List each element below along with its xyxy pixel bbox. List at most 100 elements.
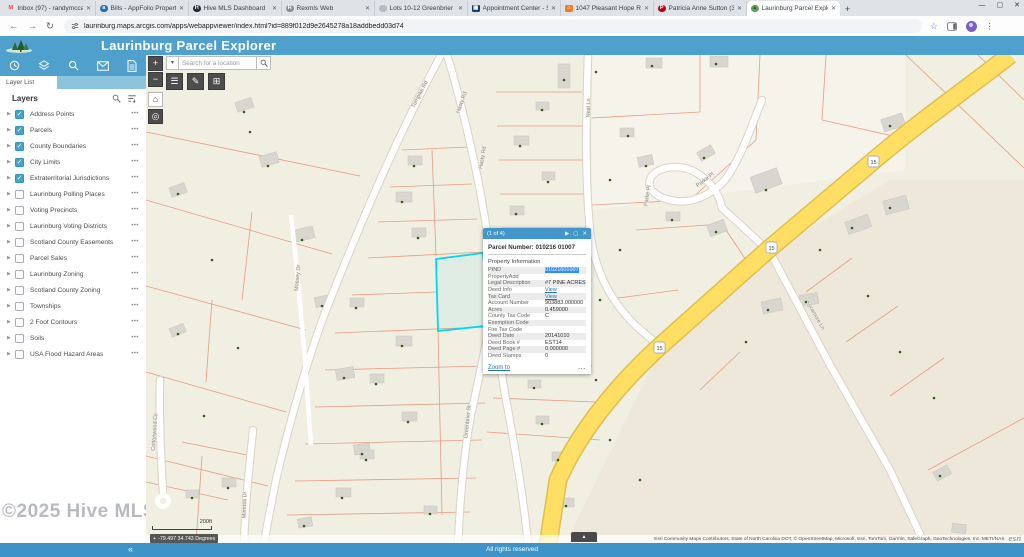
address-bar[interactable]: laurinburg.maps.arcgis.com/apps/webappvi… [64, 19, 922, 33]
layer-expand-icon[interactable]: ▶ [7, 143, 15, 149]
zoom-out-button[interactable]: − [148, 72, 163, 87]
tab-close-icon[interactable]: ✕ [737, 5, 742, 12]
layer-checkbox[interactable]: ✓ [15, 142, 24, 151]
new-tab-button[interactable]: + [840, 1, 855, 16]
layer-options-icon[interactable]: ••• [131, 191, 139, 197]
legend-button[interactable]: ☰ [166, 73, 183, 90]
tab-close-icon[interactable]: ✕ [831, 5, 836, 12]
popup-header[interactable]: (1 of 4) ▶ ▢ ✕ [483, 228, 591, 239]
layer-checkbox[interactable]: ✓ [15, 126, 24, 135]
side-panel-icon[interactable] [947, 22, 957, 31]
layer-checkbox[interactable] [15, 222, 24, 231]
search-widget-icon[interactable] [68, 60, 79, 71]
history-widget-icon[interactable] [9, 60, 20, 71]
browser-tab[interactable]: PPatricia Anne Sutton (3 Lots o...✕ [654, 1, 747, 16]
layer-expand-icon[interactable]: ▶ [7, 175, 15, 181]
layer-expand-icon[interactable]: ▶ [7, 271, 15, 277]
browser-tab[interactable]: ⌂1047 Pleasant Hope Rd, Fairm...✕ [561, 1, 654, 16]
attribute-table-handle[interactable]: ▲ [571, 532, 597, 542]
layer-options-icon[interactable]: ••• [131, 143, 139, 149]
layer-expand-icon[interactable]: ▶ [7, 159, 15, 165]
layer-options-icon[interactable]: ••• [131, 287, 139, 293]
layer-checkbox[interactable] [15, 286, 24, 295]
layer-options-icon[interactable]: ••• [131, 255, 139, 261]
reload-button[interactable]: ↻ [46, 21, 54, 32]
home-extent-button[interactable]: ⌂ [148, 92, 163, 107]
tab-layer-list[interactable]: Layer List [0, 76, 57, 89]
layer-checkbox[interactable] [15, 318, 24, 327]
layer-expand-icon[interactable]: ▶ [7, 127, 15, 133]
back-button[interactable]: ← [9, 21, 19, 32]
site-info-icon[interactable] [71, 22, 79, 30]
layer-options-icon[interactable]: ••• [131, 223, 139, 229]
layers-widget-icon[interactable] [38, 60, 50, 71]
layer-options-icon[interactable]: ••• [131, 175, 139, 181]
layer-checkbox[interactable] [15, 350, 24, 359]
sidebar-collapse-icon[interactable]: « [128, 543, 133, 555]
map-viewport[interactable]: 15 15 15 Turnpike Rd Hasty Rd Hasty Rd G… [146, 55, 1024, 543]
forward-button[interactable]: → [28, 21, 38, 32]
my-location-button[interactable]: ◎ [148, 109, 163, 124]
layer-checkbox[interactable] [15, 190, 24, 199]
tab-close-icon[interactable]: ✕ [551, 5, 556, 12]
layer-options-icon[interactable]: ••• [131, 303, 139, 309]
popup-next-icon[interactable]: ▶ [565, 231, 569, 237]
browser-menu-icon[interactable]: ⋮ [986, 22, 994, 31]
layer-expand-icon[interactable]: ▶ [7, 223, 15, 229]
search-go-button[interactable] [257, 56, 271, 70]
layer-expand-icon[interactable]: ▶ [7, 351, 15, 357]
tab-close-icon[interactable]: ✕ [86, 5, 91, 12]
layer-checkbox[interactable]: ✓ [15, 174, 24, 183]
layer-checkbox[interactable] [15, 238, 24, 247]
report-widget-icon[interactable] [127, 60, 137, 72]
browser-tab[interactable]: ▲Laurinburg Parcel Explorer✕ [747, 1, 840, 16]
popup-close-icon[interactable]: ✕ [582, 231, 587, 237]
window-minimize-button[interactable]: — [979, 2, 986, 9]
layer-filter-icon[interactable] [127, 94, 137, 103]
layer-checkbox[interactable]: ✓ [15, 158, 24, 167]
browser-tab[interactable]: HHive MLS Dashboard✕ [189, 1, 282, 16]
layer-options-icon[interactable]: ••• [131, 335, 139, 341]
browser-tab[interactable]: aBills - AppFolio Property Man...✕ [96, 1, 189, 16]
browser-tab[interactable]: MInbox (97) - randymccally@g...✕ [3, 1, 96, 16]
popup-more-actions[interactable]: ... [578, 365, 586, 371]
layer-expand-icon[interactable]: ▶ [7, 287, 15, 293]
zoom-in-button[interactable]: + [148, 56, 163, 71]
layer-search-icon[interactable] [112, 94, 121, 103]
browser-tab[interactable]: Lots 10-12 Greenbrier Street 1...✕ [375, 1, 468, 16]
layer-checkbox[interactable]: ✓ [15, 110, 24, 119]
tab-close-icon[interactable]: ✕ [365, 5, 370, 12]
attribute-link[interactable]: View [545, 294, 586, 300]
layer-checkbox[interactable] [15, 254, 24, 263]
layer-options-icon[interactable]: ••• [131, 351, 139, 357]
layer-expand-icon[interactable]: ▶ [7, 319, 15, 325]
layer-checkbox[interactable] [15, 302, 24, 311]
layer-options-icon[interactable]: ••• [131, 127, 139, 133]
layer-expand-icon[interactable]: ▶ [7, 111, 15, 117]
crosshair-icon[interactable]: + [153, 536, 156, 542]
zoom-to-link[interactable]: Zoom to [488, 365, 510, 371]
measure-widget-icon[interactable] [97, 61, 109, 71]
tab-close-icon[interactable]: ✕ [458, 5, 463, 12]
layer-expand-icon[interactable]: ▶ [7, 191, 15, 197]
browser-tab[interactable]: ▦Appointment Center - Staff - S...✕ [468, 1, 561, 16]
popup-maximize-icon[interactable]: ▢ [573, 231, 578, 237]
layer-checkbox[interactable] [15, 334, 24, 343]
layer-options-icon[interactable]: ••• [131, 159, 139, 165]
layer-options-icon[interactable]: ••• [131, 207, 139, 213]
draw-button[interactable]: ✎ [187, 73, 204, 90]
window-maximize-button[interactable]: ▢ [997, 1, 1004, 9]
layer-expand-icon[interactable]: ▶ [7, 255, 15, 261]
layer-options-icon[interactable]: ••• [131, 319, 139, 325]
tab-close-icon[interactable]: ✕ [644, 5, 649, 12]
bookmark-star-icon[interactable]: ☆ [930, 21, 938, 32]
tab-close-icon[interactable]: ✕ [272, 5, 277, 12]
layer-checkbox[interactable] [15, 270, 24, 279]
search-source-dropdown[interactable]: ▾ [166, 56, 179, 70]
tab-close-icon[interactable]: ✕ [179, 5, 184, 12]
layer-expand-icon[interactable]: ▶ [7, 207, 15, 213]
layer-checkbox[interactable] [15, 206, 24, 215]
window-close-button[interactable]: ✕ [1014, 1, 1020, 9]
browser-tab[interactable]: RRexmls Web✕ [282, 1, 375, 16]
layer-expand-icon[interactable]: ▶ [7, 239, 15, 245]
